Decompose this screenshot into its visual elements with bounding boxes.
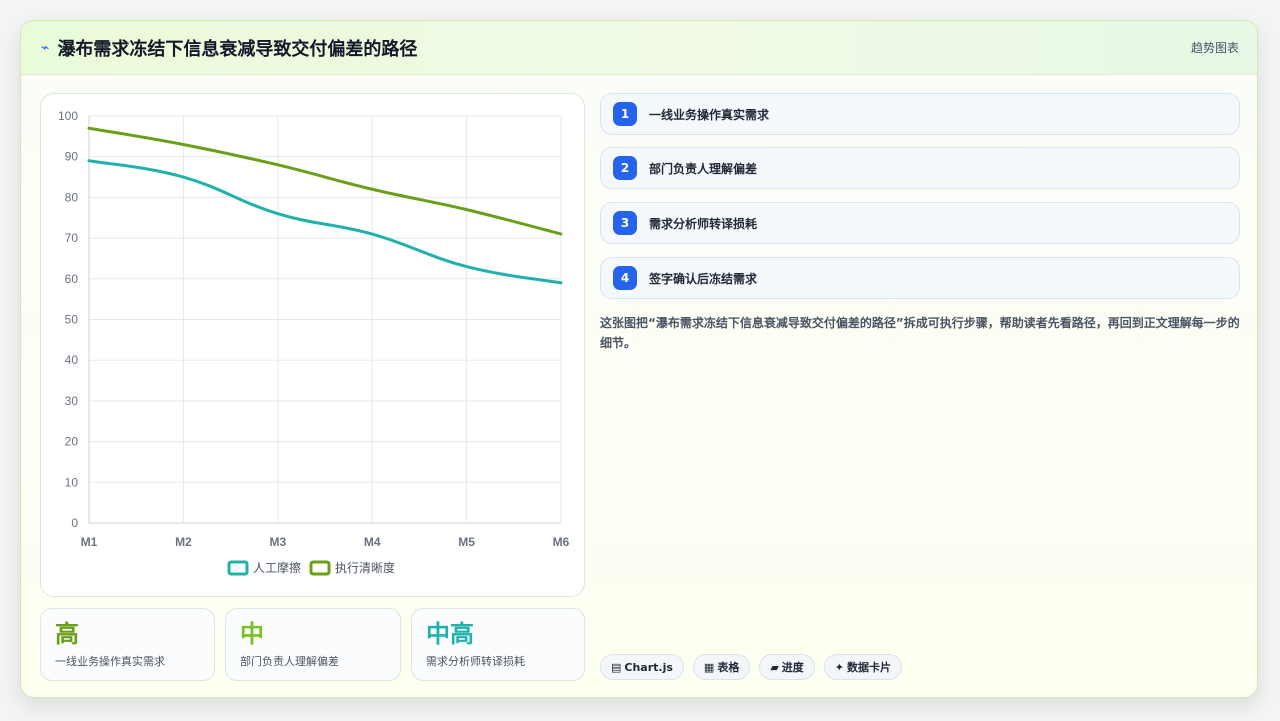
step-item-1[interactable]: 1 一线业务操作真实需求 xyxy=(600,93,1240,135)
y-tick-label: 70 xyxy=(65,231,79,245)
chip-chartjs[interactable]: ▤ Chart.js xyxy=(600,654,684,680)
sparkle-icon: ✦ xyxy=(834,660,845,674)
step-item-3[interactable]: 3 需求分析师转译损耗 xyxy=(600,202,1240,244)
stat-value: 高 xyxy=(55,620,79,648)
x-tick-label: M4 xyxy=(364,535,381,549)
y-tick-label: 10 xyxy=(65,475,79,489)
step-number-badge: 3 xyxy=(613,211,637,235)
stat-card-2: 中 部门负责人理解偏差 xyxy=(225,608,401,681)
stat-label: 部门负责人理解偏差 xyxy=(240,655,339,668)
page-title: 瀑布需求冻结下信息衰减导致交付偏差的路径 xyxy=(57,38,418,60)
chip-table[interactable]: ▦ 表格 xyxy=(692,654,751,680)
chip-label: 数据卡片 xyxy=(847,661,892,674)
line-chart: 0 10 20 30 40 50 60 70 80 90 100 M1 M2 M3 M4 M5 M6 人工摩擦 执行… xyxy=(58,109,570,576)
y-tick-label: 0 xyxy=(71,516,78,530)
card-header: ⌁ 瀑布需求冻结下信息衰减导致交付偏差的路径 趋势图表 xyxy=(21,21,1257,75)
step-label: 需求分析师转译损耗 xyxy=(649,216,758,231)
step-number-badge: 4 xyxy=(613,266,637,290)
legend-label: 执行清晰度 xyxy=(335,560,395,575)
step-number-badge: 1 xyxy=(613,102,637,126)
chip-progress[interactable]: ▰ 进度 xyxy=(759,654,815,680)
x-tick-label: M5 xyxy=(458,535,475,549)
y-tick-label: 30 xyxy=(65,394,79,408)
x-tick-label: M6 xyxy=(553,535,570,549)
legend-swatch xyxy=(227,560,249,576)
stat-label: 需求分析师转译损耗 xyxy=(426,655,525,668)
x-tick-label: M2 xyxy=(175,535,192,549)
chart-type-tag: 趋势图表 xyxy=(1190,41,1239,55)
step-label: 部门负责人理解偏差 xyxy=(649,161,758,176)
tech-chip-row: ▤ Chart.js ▦ 表格 ▰ 进度 ✦ 数据卡片 xyxy=(600,654,903,680)
chart-description: 这张图把“瀑布需求冻结下信息衰减导致交付偏差的路径”拆成可执行步骤，帮助读者先看… xyxy=(600,316,1240,350)
y-tick-label: 100 xyxy=(58,109,78,123)
lightning-icon: ⌁ xyxy=(41,39,50,56)
series-line-1 xyxy=(87,159,563,285)
progress-icon: ▰ xyxy=(770,660,779,674)
step-item-2[interactable]: 2 部门负责人理解偏差 xyxy=(600,147,1240,189)
legend-swatch xyxy=(309,560,331,576)
chart-icon: ▤ xyxy=(611,660,622,674)
y-tick-label: 60 xyxy=(65,272,79,286)
y-tick-label: 90 xyxy=(65,150,79,164)
series-line-2 xyxy=(87,126,563,236)
stat-value: 中高 xyxy=(426,620,474,648)
step-item-4[interactable]: 4 签字确认后冻结需求 xyxy=(600,257,1240,299)
step-label: 签字确认后冻结需求 xyxy=(649,271,758,286)
chip-label: Chart.js xyxy=(624,660,673,674)
chip-label: 进度 xyxy=(781,661,804,674)
x-tick-label: M1 xyxy=(81,535,98,549)
stat-card-3: 中高 需求分析师转译损耗 xyxy=(411,608,585,681)
y-tick-label: 50 xyxy=(65,313,79,327)
stat-label: 一线业务操作真实需求 xyxy=(55,655,165,668)
y-tick-label: 80 xyxy=(65,190,79,204)
y-tick-label: 20 xyxy=(65,435,79,449)
chip-data-card[interactable]: ✦ 数据卡片 xyxy=(823,654,903,680)
stat-card-1: 高 一线业务操作真实需求 xyxy=(40,608,215,681)
step-number-badge: 2 xyxy=(613,156,637,180)
chip-label: 表格 xyxy=(717,661,740,674)
legend-label: 人工摩擦 xyxy=(253,560,301,575)
step-label: 一线业务操作真实需求 xyxy=(649,107,770,122)
table-icon: ▦ xyxy=(703,660,715,674)
stat-value: 中 xyxy=(240,620,264,648)
x-tick-label: M3 xyxy=(269,535,286,549)
line-chart-panel: 0 10 20 30 40 50 60 70 80 90 100 M1 M2 M3 M4 M5 M6 人工摩擦 执行… xyxy=(40,93,585,597)
y-tick-label: 40 xyxy=(65,353,79,367)
main-card: ⌁ 瀑布需求冻结下信息衰减导致交付偏差的路径 趋势图表 0 10 20 30 40 50 6… xyxy=(20,20,1258,698)
